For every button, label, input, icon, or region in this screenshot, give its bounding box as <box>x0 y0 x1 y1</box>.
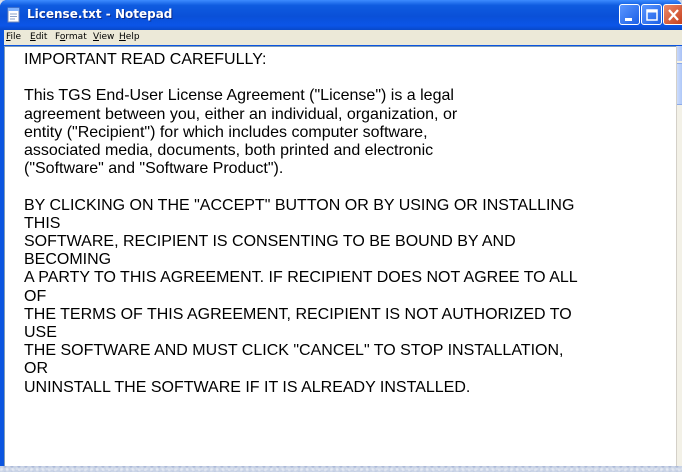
title-bar[interactable]: License.txt - Notepad <box>0 0 682 30</box>
scroll-up-button[interactable] <box>677 46 682 61</box>
minimize-button[interactable] <box>619 4 640 25</box>
menu-bar: File Edit Format View Help <box>4 30 682 45</box>
window-title: License.txt - Notepad <box>27 7 173 21</box>
menu-file-label: ile <box>10 32 22 42</box>
close-icon <box>668 9 679 21</box>
menu-help-label: elp <box>125 32 140 42</box>
menu-view-label: iew <box>98 32 115 42</box>
menu-format-label: rmat <box>65 32 87 42</box>
menu-edit-label: dit <box>35 32 48 42</box>
menu-help-accel: H <box>119 32 126 42</box>
menu-view[interactable]: View <box>93 32 114 42</box>
notepad-window: License.txt - Notepad File Edit Format V… <box>0 0 682 466</box>
maximize-button[interactable] <box>641 4 662 25</box>
menu-file[interactable]: File <box>6 32 21 42</box>
document-text[interactable]: IMPORTANT READ CAREFULLY: This TGS End-U… <box>24 51 674 397</box>
vertical-scrollbar[interactable] <box>676 46 682 466</box>
scroll-thumb[interactable] <box>677 63 682 105</box>
menu-help[interactable]: Help <box>119 32 140 42</box>
notepad-icon[interactable] <box>6 7 22 23</box>
maximize-icon <box>646 9 658 21</box>
close-button[interactable] <box>663 4 682 25</box>
menu-format[interactable]: Format <box>55 32 87 42</box>
menu-edit[interactable]: Edit <box>30 32 47 42</box>
minimize-icon <box>625 18 632 21</box>
text-editor[interactable]: IMPORTANT READ CAREFULLY: This TGS End-U… <box>4 46 678 466</box>
